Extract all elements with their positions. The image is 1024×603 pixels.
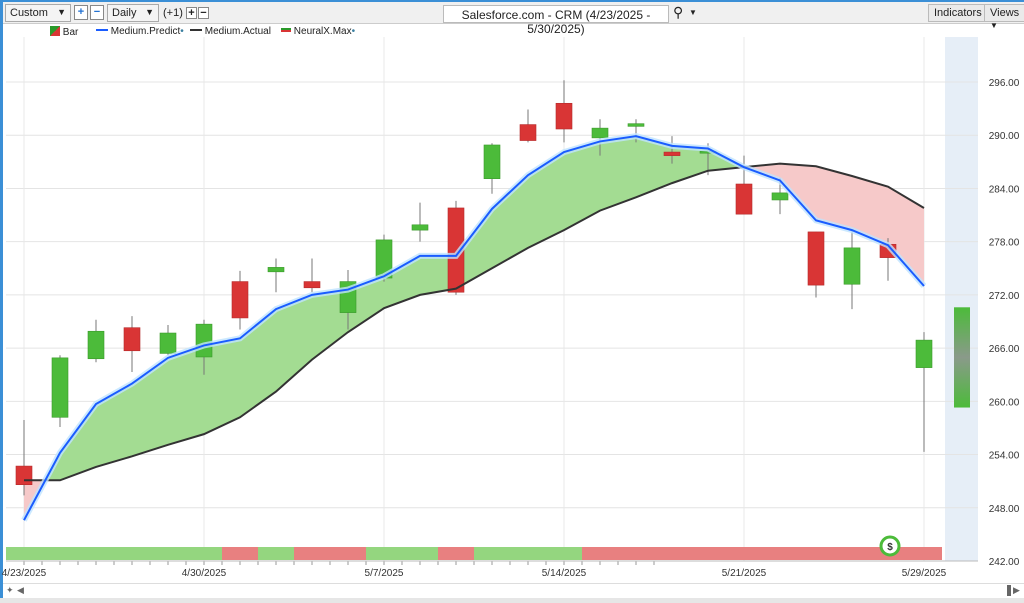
y-tick-label: 296.00 xyxy=(989,78,1020,89)
signal-segment xyxy=(6,547,42,560)
candle-body xyxy=(231,281,249,319)
candle-body xyxy=(735,183,753,215)
signal-segment xyxy=(762,547,798,560)
legend-item-medium-actual[interactable]: Medium.Actual xyxy=(190,26,271,37)
settings-dot-icon: • xyxy=(180,26,184,37)
candle-body xyxy=(303,281,321,289)
y-tick-label: 242.00 xyxy=(989,557,1020,568)
signal-segment xyxy=(330,547,366,560)
signal-segment xyxy=(798,547,834,560)
candle-body xyxy=(123,327,141,352)
price-chart[interactable]: 296.00 290.00 284.00 278.00 272.00 266.00 260.… xyxy=(0,0,1024,583)
signal-segment xyxy=(726,547,762,560)
legend-item-neuralx-max[interactable]: NeuralX.Max• xyxy=(281,26,355,37)
candle-body xyxy=(627,123,645,127)
x-tick-label: 5/14/2025 xyxy=(542,568,587,579)
signal-segment xyxy=(690,547,726,560)
y-tick-label: 290.00 xyxy=(989,131,1020,142)
scroll-expand-left-icon[interactable]: ✦ xyxy=(6,585,14,596)
signal-segment xyxy=(906,547,942,560)
signal-segment xyxy=(222,547,258,560)
y-tick-label: 248.00 xyxy=(989,504,1020,515)
signal-segment xyxy=(438,547,474,560)
band-fill xyxy=(564,141,600,231)
signal-segment xyxy=(834,547,870,560)
y-tick-label: 254.00 xyxy=(989,451,1020,462)
y-tick-label: 284.00 xyxy=(989,184,1020,195)
y-tick-label: 278.00 xyxy=(989,238,1020,249)
candle-body xyxy=(807,231,825,286)
x-tick-label: 5/21/2025 xyxy=(722,568,767,579)
band-fill xyxy=(168,345,204,445)
band-fill xyxy=(888,186,924,287)
signal-segment xyxy=(78,547,114,560)
signal-swatch-icon xyxy=(281,28,291,32)
candle-body xyxy=(159,332,177,354)
scroll-left-arrow-icon[interactable]: ◀ xyxy=(17,585,24,596)
horizontal-scrollbar[interactable]: ✦ ◀ ▶ xyxy=(3,583,1024,598)
legend-item-medium-predict[interactable]: Medium.Predict• xyxy=(96,26,184,37)
signal-segment xyxy=(474,547,510,560)
signal-segment xyxy=(402,547,438,560)
medium-predict-glow xyxy=(21,133,927,522)
signal-segment xyxy=(294,547,330,560)
candle-body xyxy=(483,144,501,179)
candle-body xyxy=(915,339,933,368)
signal-segment xyxy=(258,547,294,560)
y-tick-label: 260.00 xyxy=(989,397,1020,408)
candle-body xyxy=(519,124,537,141)
future-band xyxy=(945,37,978,561)
candle-body xyxy=(195,323,213,358)
line-swatch-icon xyxy=(96,29,108,31)
y-tick-label: 272.00 xyxy=(989,291,1020,302)
candle-body xyxy=(411,224,429,231)
x-tick-label: 5/29/2025 xyxy=(902,568,947,579)
signal-segment xyxy=(366,547,402,560)
signal-segment xyxy=(618,547,654,560)
status-bar xyxy=(0,598,1024,603)
candle-body xyxy=(15,465,33,485)
candle-body xyxy=(51,357,69,418)
legend-item-bar[interactable]: Bar xyxy=(50,26,78,38)
scroll-right-arrow-icon[interactable]: ▶ xyxy=(1013,585,1020,596)
x-tick-label: 4/30/2025 xyxy=(182,568,227,579)
candle-body xyxy=(663,151,681,156)
candle-body xyxy=(267,267,285,273)
candle-body xyxy=(555,102,573,130)
signal-segment xyxy=(510,547,546,560)
signal-segment xyxy=(114,547,150,560)
candle-body xyxy=(771,192,789,201)
candle-body xyxy=(843,247,861,285)
bar-icon xyxy=(50,26,60,36)
settings-dot-icon: • xyxy=(351,26,356,37)
y-tick-label: 266.00 xyxy=(989,344,1020,355)
x-tick-label: 5/7/2025 xyxy=(365,568,404,579)
forecast-range-box xyxy=(954,307,970,408)
candle-body xyxy=(87,330,105,360)
x-tick-label: 4/23/2025 xyxy=(2,568,47,579)
signal-segment xyxy=(546,547,582,560)
candle-body xyxy=(591,127,609,139)
signal-segment xyxy=(186,547,222,560)
scroll-thumb[interactable] xyxy=(1007,585,1011,596)
signal-segment xyxy=(150,547,186,560)
signal-segment xyxy=(582,547,618,560)
signal-segment xyxy=(42,547,78,560)
dividend-marker-label: $ xyxy=(887,542,893,553)
line-swatch-icon xyxy=(190,29,202,31)
signal-segment xyxy=(654,547,690,560)
